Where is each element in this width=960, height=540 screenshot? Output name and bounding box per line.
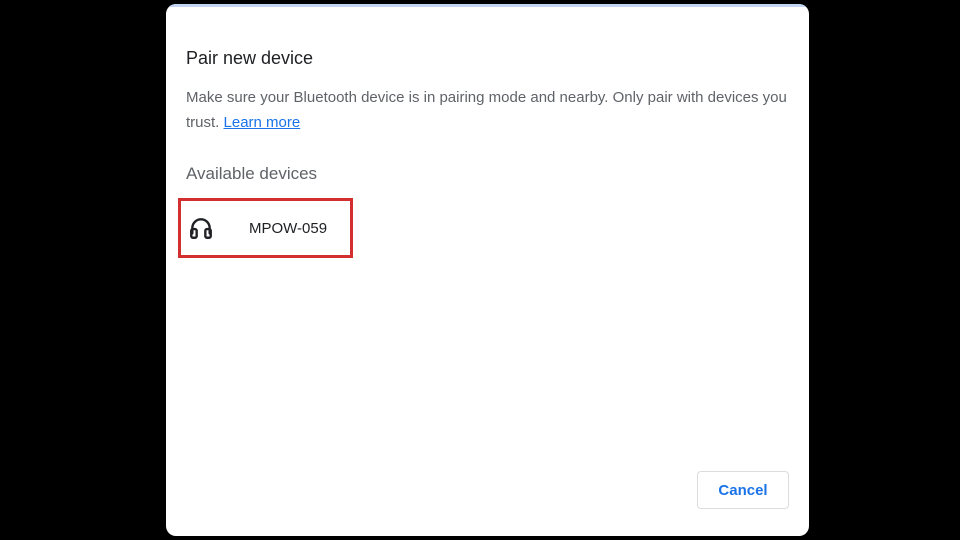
dialog-title: Pair new device <box>186 48 314 68</box>
device-item-mpow-059[interactable]: MPOW-059 <box>178 198 353 258</box>
device-name: MPOW-059 <box>249 219 328 237</box>
headphones-icon <box>187 214 215 242</box>
dialog-description: Make sure your Bluetooth device is in pa… <box>186 85 796 135</box>
pair-device-dialog: Pair new device Make sure your Bluetooth… <box>166 4 809 536</box>
available-devices-heading: Available devices <box>186 164 318 183</box>
cancel-button[interactable]: Cancel <box>697 471 789 509</box>
learn-more-link[interactable]: Learn more <box>224 114 301 131</box>
progress-bar <box>166 4 809 7</box>
